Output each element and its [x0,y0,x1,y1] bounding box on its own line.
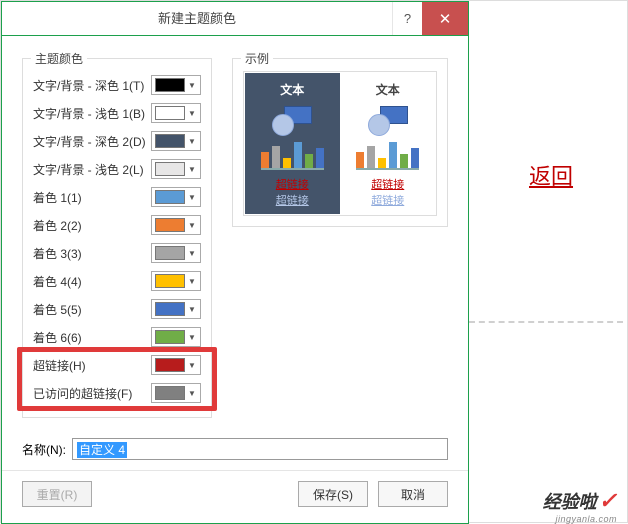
color-swatch [155,78,185,92]
cancel-button[interactable]: 取消 [378,481,448,507]
color-row-label: 着色 5(5) [33,301,151,318]
color-swatch [155,246,185,260]
example-hyperlink: 超链接 [371,176,404,192]
color-row-label: 着色 3(3) [33,245,151,262]
color-row: 文字/背景 - 浅色 1(B) ▼ [33,99,201,127]
color-row-label: 着色 1(1) [33,189,151,206]
color-swatch [155,302,185,316]
example-hyperlink-visited: 超链接 [276,192,309,208]
color-swatch-dropdown[interactable]: ▼ [151,131,201,151]
chevron-down-icon: ▼ [187,249,197,258]
shapes-icon [272,106,312,136]
watermark-logo: 经验啦 ✓ jingyanla.com [543,488,617,514]
chevron-down-icon: ▼ [187,221,197,230]
color-row: 已访问的超链接(F) ▼ [33,379,201,407]
theme-colors-group-title: 主题颜色 [31,50,87,67]
color-row: 超链接(H) ▼ [33,351,201,379]
color-row: 着色 3(3) ▼ [33,239,201,267]
chevron-down-icon: ▼ [187,305,197,314]
return-link[interactable]: 返回 [529,159,573,191]
color-swatch [155,218,185,232]
color-swatch-dropdown[interactable]: ▼ [151,103,201,123]
color-row: 着色 2(2) ▼ [33,211,201,239]
color-swatch-dropdown[interactable]: ▼ [151,215,201,235]
chevron-down-icon: ▼ [187,361,197,370]
example-group: 示例 文本 超链接 超链接 [232,58,448,227]
color-row: 着色 1(1) ▼ [33,183,201,211]
color-row: 文字/背景 - 深色 2(D) ▼ [33,127,201,155]
color-row-label: 着色 2(2) [33,217,151,234]
chevron-down-icon: ▼ [187,137,197,146]
color-swatch-dropdown[interactable]: ▼ [151,355,201,375]
color-swatch [155,274,185,288]
color-row-label: 文字/背景 - 浅色 1(B) [33,105,151,122]
color-swatch [155,358,185,372]
color-swatch [155,134,185,148]
titlebar: 新建主题颜色 ? ✕ [2,2,468,36]
chevron-down-icon: ▼ [187,333,197,342]
color-swatch-dropdown[interactable]: ▼ [151,327,201,347]
color-row: 着色 6(6) ▼ [33,323,201,351]
color-row-label: 已访问的超链接(F) [33,385,151,402]
chevron-down-icon: ▼ [187,109,197,118]
example-thumbnails: 文本 超链接 超链接 文本 [243,71,437,216]
name-input[interactable]: 自定义 4 [72,438,448,460]
help-button[interactable]: ? [392,2,422,35]
example-hyperlink-visited: 超链接 [371,192,404,208]
chevron-down-icon: ▼ [187,81,197,90]
color-row: 着色 4(4) ▼ [33,267,201,295]
example-thumb-light: 文本 超链接 超链接 [341,73,436,214]
new-theme-colors-dialog: 新建主题颜色 ? ✕ 主题颜色 文字/背景 - 深色 1(T)▼文字/背景 - … [1,1,469,524]
color-swatch-dropdown[interactable]: ▼ [151,187,201,207]
shapes-icon [368,106,408,136]
color-row-label: 着色 4(4) [33,273,151,290]
save-button[interactable]: 保存(S) [298,481,368,507]
horizontal-divider [469,321,623,323]
color-row: 文字/背景 - 浅色 2(L) ▼ [33,155,201,183]
name-input-value: 自定义 4 [77,442,127,458]
color-swatch [155,190,185,204]
color-row: 文字/背景 - 深色 1(T) ▼ [33,71,201,99]
color-swatch-dropdown[interactable]: ▼ [151,271,201,291]
color-row: 着色 5(5) ▼ [33,295,201,323]
color-swatch-dropdown[interactable]: ▼ [151,383,201,403]
chevron-down-icon: ▼ [187,193,197,202]
chevron-down-icon: ▼ [187,389,197,398]
color-swatch-dropdown[interactable]: ▼ [151,299,201,319]
example-hyperlink: 超链接 [276,176,309,192]
bar-chart-icon [261,140,324,170]
theme-colors-group: 主题颜色 文字/背景 - 深色 1(T)▼文字/背景 - 浅色 1(B)▼文字/… [22,58,212,418]
check-icon: ✓ [599,488,617,514]
color-row-label: 文字/背景 - 深色 2(D) [33,133,151,150]
chevron-down-icon: ▼ [187,165,197,174]
bar-chart-icon [356,140,419,170]
example-text-label: 文本 [280,81,304,98]
color-row-label: 文字/背景 - 深色 1(T) [33,77,151,94]
color-row-label: 着色 6(6) [33,329,151,346]
color-row-label: 超链接(H) [33,357,151,374]
color-swatch [155,386,185,400]
chevron-down-icon: ▼ [187,277,197,286]
color-row-label: 文字/背景 - 浅色 2(L) [33,161,151,178]
reset-button[interactable]: 重置(R) [22,481,92,507]
example-thumb-dark: 文本 超链接 超链接 [245,73,340,214]
watermark-main: 经验啦 [543,488,597,514]
color-swatch-dropdown[interactable]: ▼ [151,243,201,263]
color-swatch-dropdown[interactable]: ▼ [151,75,201,95]
name-label: 名称(N): [22,441,66,458]
color-swatch [155,162,185,176]
example-text-label: 文本 [376,81,400,98]
color-swatch-dropdown[interactable]: ▼ [151,159,201,179]
dialog-title: 新建主题颜色 [2,2,392,35]
close-button[interactable]: ✕ [422,2,468,35]
example-group-title: 示例 [241,50,273,67]
color-swatch [155,106,185,120]
color-swatch [155,330,185,344]
